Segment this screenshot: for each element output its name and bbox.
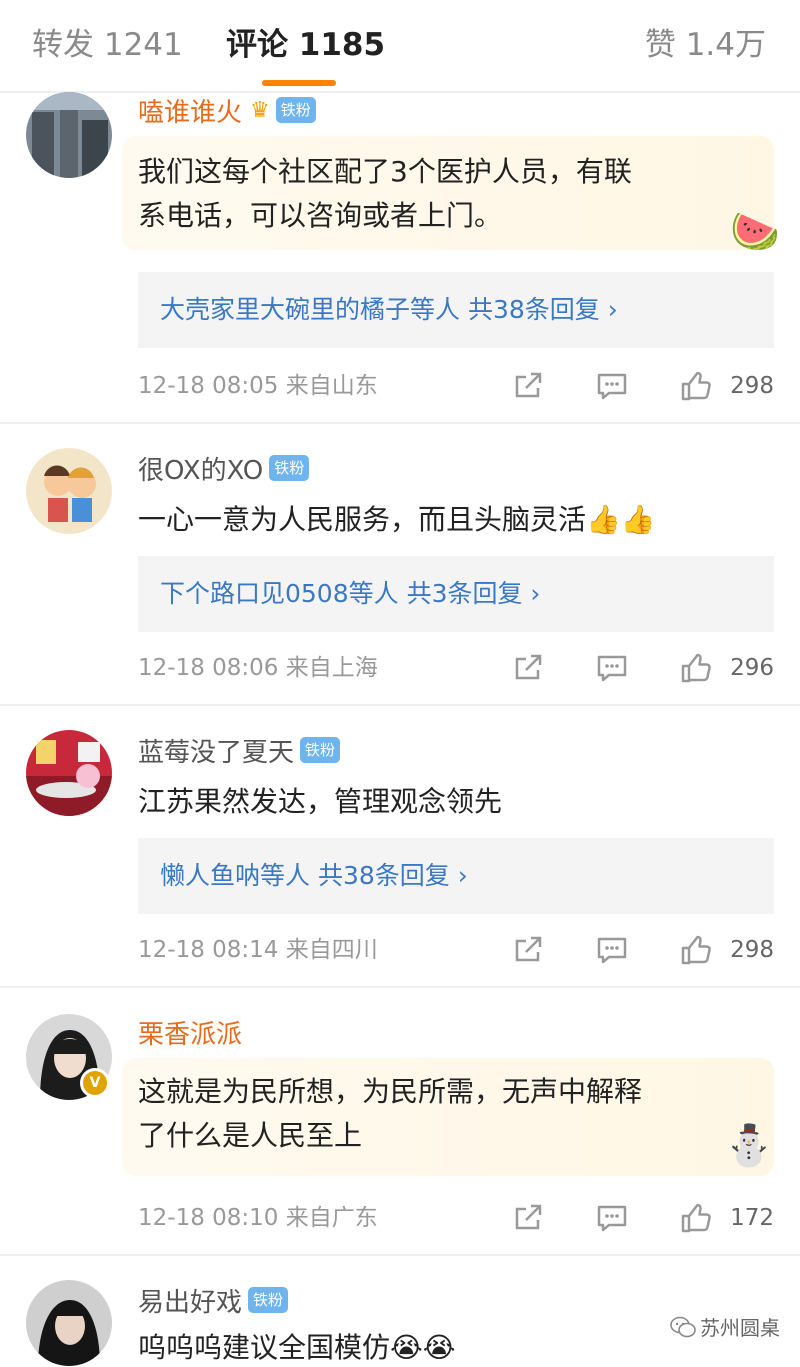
snowman-icon: ⛄	[724, 1123, 774, 1169]
fan-badge: 铁粉	[269, 455, 310, 481]
comment-line: 系电话，可以咨询或者上门。	[138, 199, 503, 232]
active-tab-indicator	[262, 80, 336, 86]
comment-line: 呜呜呜建议全国模仿😭😭	[138, 1331, 456, 1364]
comment-meta: 12-18 08:06 来自上海 296	[138, 648, 774, 688]
like-count: 172	[730, 1205, 774, 1231]
timestamp: 12-18 08:10 来自广东	[138, 1205, 378, 1231]
share-icon[interactable]	[512, 1202, 544, 1234]
like-count: 298	[730, 937, 774, 963]
comment-divider	[0, 422, 800, 424]
username[interactable]: 易出好戏	[138, 1282, 242, 1319]
comment-icon[interactable]	[596, 1202, 628, 1234]
comment-divider	[0, 986, 800, 988]
comment-text: 我们这每个社区配了3个医护人员，有联 系电话，可以咨询或者上门。	[138, 150, 632, 238]
username[interactable]: 蓝莓没了夏天	[138, 732, 294, 769]
timestamp: 12-18 08:14 来自四川	[138, 937, 378, 963]
watermark: 苏州圆桌	[670, 1312, 780, 1341]
comment-header: 嗑谁谁火 ♛ 铁粉	[138, 92, 316, 128]
tab-comments[interactable]: 评论 1185	[226, 24, 385, 66]
share-icon[interactable]	[512, 934, 544, 966]
timestamp: 12-18 08:05 来自山东	[138, 373, 378, 399]
like-icon[interactable]	[680, 652, 712, 684]
username[interactable]: 很OX的XO	[138, 450, 263, 487]
avatar[interactable]	[26, 448, 112, 534]
timestamp: 12-18 08:06 来自上海	[138, 655, 378, 681]
divider	[0, 91, 800, 93]
comment-header: 栗香派派	[138, 1014, 242, 1050]
comment-icon[interactable]	[596, 652, 628, 684]
reply-summary-text: 下个路口见0508等人 共3条回复 ›	[160, 579, 541, 608]
like-icon[interactable]	[680, 370, 712, 402]
reply-summary[interactable]: 懒人鱼呐等人 共38条回复 ›	[138, 838, 774, 914]
comment-text: 这就是为民所想，为民所需，无声中解释 了什么是人民至上	[138, 1070, 642, 1158]
tab-likes[interactable]: 赞 1.4万	[645, 24, 766, 66]
tab-repost[interactable]: 转发 1241	[32, 24, 183, 66]
wechat-icon	[670, 1316, 696, 1337]
watermelon-icon: 🍉	[730, 209, 780, 255]
comment-line: 了什么是人民至上	[138, 1119, 363, 1152]
fan-badge: 铁粉	[300, 737, 341, 763]
comment-meta: 12-18 08:05 来自山东 298	[138, 366, 774, 406]
comment-header: 蓝莓没了夏天 铁粉	[138, 732, 341, 769]
share-icon[interactable]	[512, 652, 544, 684]
avatar[interactable]	[26, 730, 112, 816]
comment-line: 江苏果然发达，管理观念领先	[138, 785, 503, 818]
comment-line: 这就是为民所想，为民所需，无声中解释	[138, 1075, 643, 1108]
comment-text: 呜呜呜建议全国模仿😭😭	[138, 1326, 455, 1367]
comment-text: 一心一意为人民服务，而且头脑灵活👍👍	[138, 498, 656, 542]
comment-tabs: 转发 1241 评论 1185 赞 1.4万	[0, 0, 800, 90]
comment-header: 易出好戏 铁粉	[138, 1282, 289, 1319]
avatar[interactable]	[26, 1280, 112, 1366]
reply-summary-text: 大壳家里大碗里的橘子等人 共38条回复 ›	[160, 295, 618, 324]
comment-meta: 12-18 08:14 来自四川 298	[138, 930, 774, 970]
comment-header: 很OX的XO 铁粉	[138, 450, 310, 487]
username[interactable]: 嗑谁谁火	[138, 92, 242, 129]
verified-badge: V	[80, 1068, 110, 1098]
comment-divider	[0, 704, 800, 706]
comment-icon[interactable]	[596, 370, 628, 402]
comment-meta: 12-18 08:10 来自广东 172	[138, 1198, 774, 1238]
comment-icon[interactable]	[596, 934, 628, 966]
share-icon[interactable]	[512, 370, 544, 402]
reply-summary-text: 懒人鱼呐等人 共38条回复 ›	[160, 861, 468, 890]
comment-text: 江苏果然发达，管理观念领先	[138, 780, 502, 824]
fan-badge: 铁粉	[275, 97, 316, 123]
comment-line: 我们这每个社区配了3个医护人员，有联	[138, 155, 632, 188]
reply-summary[interactable]: 下个路口见0508等人 共3条回复 ›	[138, 556, 774, 632]
avatar[interactable]	[26, 92, 112, 178]
comment-line: 一心一意为人民服务，而且头脑灵活👍👍	[138, 503, 656, 536]
reply-summary[interactable]: 大壳家里大碗里的橘子等人 共38条回复 ›	[138, 272, 774, 348]
like-count: 298	[730, 373, 774, 399]
like-icon[interactable]	[680, 934, 712, 966]
like-icon[interactable]	[680, 1202, 712, 1234]
watermark-text: 苏州圆桌	[700, 1316, 780, 1340]
crown-icon: ♛	[250, 97, 270, 123]
like-count: 296	[730, 655, 774, 681]
username[interactable]: 栗香派派	[138, 1014, 242, 1051]
comment-divider	[0, 1254, 800, 1256]
fan-badge: 铁粉	[248, 1287, 289, 1313]
